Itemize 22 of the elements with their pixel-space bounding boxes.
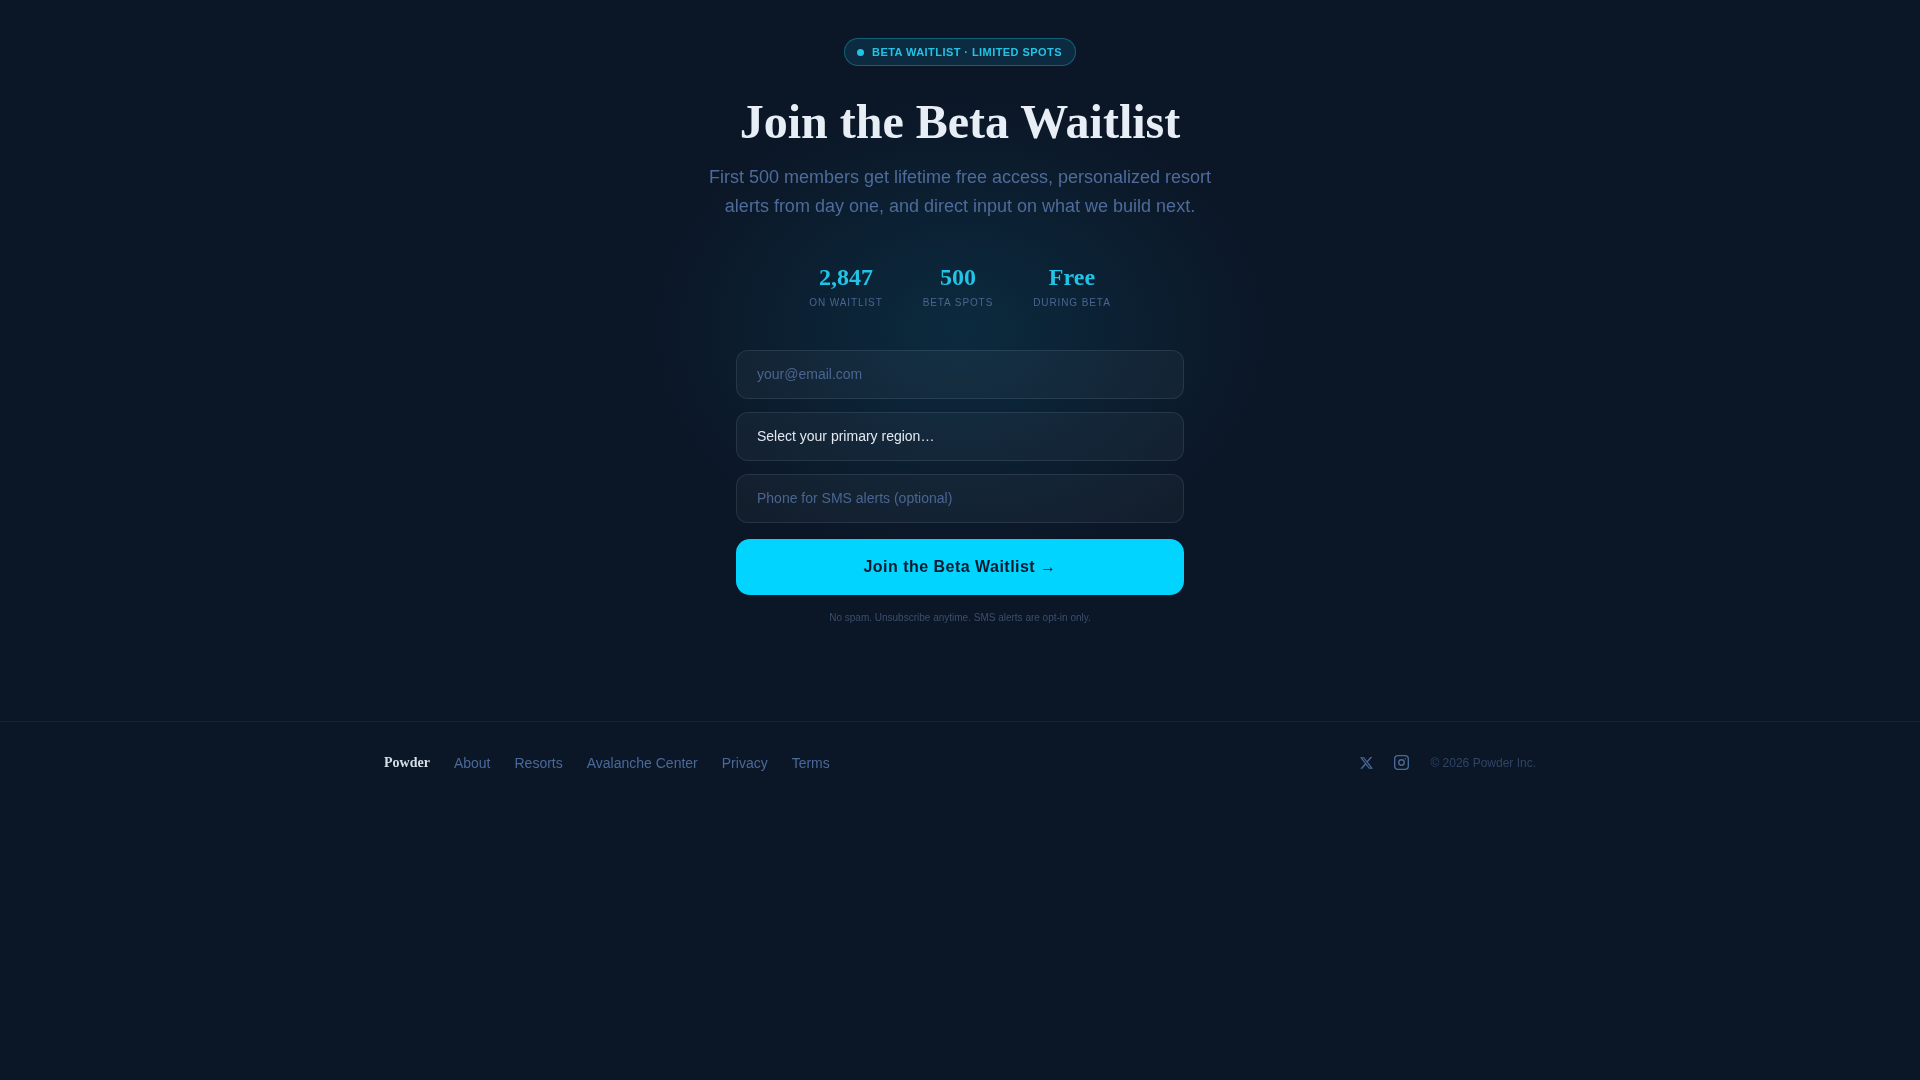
dot-icon [857,48,864,56]
x-logo-icon[interactable] [1360,756,1374,769]
footer-link[interactable]: Privacy [721,753,768,772]
stat-value: 2,847 [819,264,873,289]
stat-value: 500 [939,264,976,289]
page-title: Join the Beta Waitlist [739,96,1181,149]
copyright-text: © 2026 Powder Inc. [1430,754,1536,771]
footer-link[interactable]: Terms [791,753,830,772]
stat-value: Free [1048,264,1096,289]
footer-link[interactable]: About [453,753,491,772]
footer-link[interactable]: Avalanche Center [586,753,698,772]
badge-label: BETA WAITLIST · LIMITED SPOTS [872,46,1062,58]
stat-label: BETA SPOTS [922,296,994,309]
disclaimer-text: No spam. Unsubscribe anytime. SMS alerts are opt-in only. [829,610,1091,625]
subtitle-text: First 500 members get lifetime free access, personalized resort alerts from day one, and direct input on what we build next. [707,165,1213,218]
brand-link[interactable]: Powder [384,753,430,772]
dropdown-field[interactable]: Select your primary region… [736,411,1184,461]
instagram-icon[interactable] [1394,755,1410,771]
footer-link[interactable]: Resorts [514,753,563,772]
join-waitlist-button[interactable]: Join the Beta Waitlist → [736,538,1184,595]
stat-label: ON WAITLIST [809,296,883,309]
stat-label: DURING BETA [1033,296,1111,309]
